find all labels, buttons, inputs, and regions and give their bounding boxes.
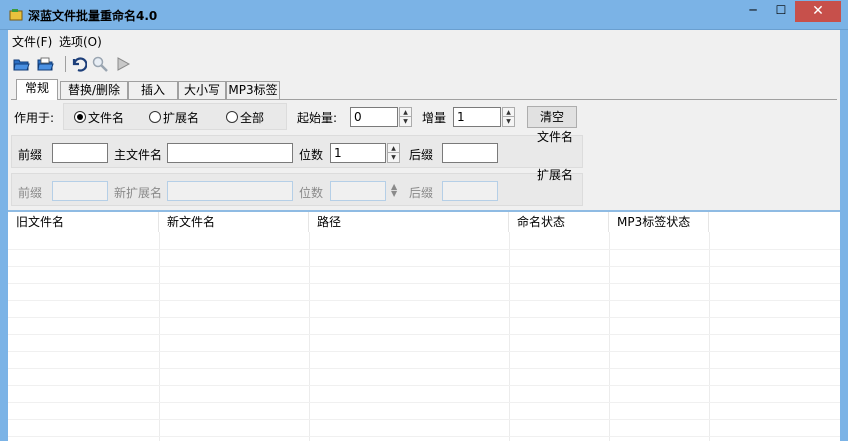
- ext-digits-input: [330, 181, 386, 201]
- save-folder-icon[interactable]: [36, 55, 54, 73]
- main-name-label: 主文件名: [114, 148, 163, 162]
- grid-row-line: [8, 368, 840, 369]
- grid-row-line: [8, 385, 840, 386]
- grid-column-line: [709, 232, 710, 441]
- col-path[interactable]: 路径: [309, 212, 509, 232]
- tab-mp3-tags[interactable]: MP3标签: [226, 81, 280, 99]
- title-bar: 深蓝文件批量重命名4.0 ─ ☐ ✕: [0, 0, 848, 30]
- radio-filename[interactable]: [74, 111, 86, 123]
- col-mp3-status[interactable]: MP3标签状态: [609, 212, 709, 232]
- col-new-name[interactable]: 新文件名: [159, 212, 309, 232]
- file-list-header: 旧文件名 新文件名 路径 命名状态 MP3标签状态: [8, 212, 840, 232]
- undo-icon[interactable]: [69, 55, 87, 73]
- close-button[interactable]: ✕: [795, 1, 841, 22]
- ext-digits-spinner: ▲ ▼: [391, 182, 398, 198]
- ext-prefix-input: [52, 181, 108, 201]
- prefix-label: 前缀: [18, 148, 43, 162]
- radio-filename-label: 文件名: [88, 111, 125, 125]
- tab-case[interactable]: 大小写: [178, 81, 226, 99]
- window-title: 深蓝文件批量重命名4.0: [28, 9, 158, 23]
- start-label: 起始量:: [297, 111, 338, 125]
- tab-insert[interactable]: 插入: [128, 81, 178, 99]
- grid-row-line: [8, 419, 840, 420]
- radio-extension-label: 扩展名: [163, 111, 200, 125]
- start-input[interactable]: 0: [350, 107, 398, 127]
- play-icon[interactable]: [114, 55, 132, 73]
- radio-extension[interactable]: [149, 111, 161, 123]
- ext-suffix-input: [442, 181, 498, 201]
- radio-all[interactable]: [226, 111, 238, 123]
- grid-row-line: [8, 249, 840, 250]
- grid-row-line: [8, 283, 840, 284]
- digits-input[interactable]: 1: [330, 143, 386, 163]
- step-input[interactable]: 1: [453, 107, 501, 127]
- search-icon[interactable]: [91, 55, 109, 73]
- clear-button[interactable]: 清空: [527, 106, 577, 128]
- radio-all-label: 全部: [240, 111, 265, 125]
- apply-to-label: 作用于:: [14, 111, 55, 125]
- col-rename-status[interactable]: 命名状态: [509, 212, 609, 232]
- maximize-button[interactable]: ☐: [768, 1, 794, 22]
- menu-options[interactable]: 选项(O): [59, 33, 102, 50]
- filename-group-title: 文件名: [537, 130, 574, 144]
- window-frame-right: [840, 30, 848, 441]
- grid-row-line: [8, 436, 840, 437]
- toolbar-separator: [65, 56, 66, 72]
- grid-row-line: [8, 266, 840, 267]
- suffix-input[interactable]: [442, 143, 498, 163]
- new-ext-label: 新扩展名: [114, 186, 163, 200]
- new-ext-input: [167, 181, 293, 201]
- menu-file[interactable]: 文件(F): [12, 33, 52, 50]
- ext-prefix-label: 前缀: [18, 186, 43, 200]
- client-area: 文件(F) 选项(O) 常规 替换/删除 插入 大小写 MP3标签 作用于: 文…: [8, 30, 840, 441]
- minimize-button[interactable]: ─: [740, 1, 766, 22]
- tab-replace-delete[interactable]: 替换/删除: [60, 81, 128, 99]
- menu-bar: 文件(F) 选项(O): [8, 30, 840, 52]
- open-folder-icon[interactable]: [12, 55, 30, 73]
- grid-column-line: [509, 232, 510, 441]
- digits-spinner[interactable]: ▲ ▼: [387, 143, 400, 163]
- grid-row-line: [8, 317, 840, 318]
- grid-column-line: [159, 232, 160, 441]
- prefix-input[interactable]: [52, 143, 108, 163]
- file-list[interactable]: 旧文件名 新文件名 路径 命名状态 MP3标签状态: [8, 210, 840, 441]
- grid-row-line: [8, 402, 840, 403]
- extension-group-title: 扩展名: [537, 168, 574, 182]
- step-spinner[interactable]: ▲ ▼: [502, 107, 515, 127]
- ext-suffix-label: 后缀: [409, 186, 434, 200]
- toolbar: [8, 52, 840, 76]
- grid-column-line: [309, 232, 310, 441]
- grid-row-line: [8, 351, 840, 352]
- grid-row-line: [8, 300, 840, 301]
- ext-digits-label: 位数: [299, 186, 324, 200]
- grid-column-line: [609, 232, 610, 441]
- general-tab-page: 作用于: 文件名 扩展名 全部 起始量: 0 ▲ ▼ 增量 1 ▲ ▼ 清空 文件名…: [11, 99, 837, 210]
- window-frame-left: [0, 30, 8, 441]
- digits-label: 位数: [299, 148, 324, 162]
- tab-general[interactable]: 常规: [16, 79, 58, 100]
- grid-row-line: [8, 334, 840, 335]
- step-label: 增量: [422, 111, 447, 125]
- col-old-name[interactable]: 旧文件名: [8, 212, 159, 232]
- app-icon: [9, 9, 23, 21]
- main-name-input[interactable]: [167, 143, 293, 163]
- start-spinner[interactable]: ▲ ▼: [399, 107, 412, 127]
- suffix-label: 后缀: [409, 148, 434, 162]
